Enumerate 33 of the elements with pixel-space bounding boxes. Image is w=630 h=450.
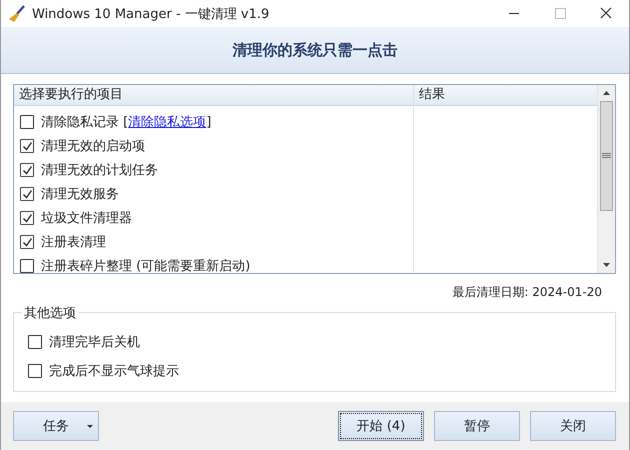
- checkbox[interactable]: [28, 364, 42, 378]
- column-header[interactable]: 选择要执行的项目: [14, 85, 414, 105]
- task-button[interactable]: 任务: [13, 411, 99, 441]
- checkbox[interactable]: [20, 139, 34, 153]
- item-label: 清理无效服务: [41, 186, 119, 203]
- column-header[interactable]: 结果: [414, 85, 597, 105]
- checkbox[interactable]: [20, 211, 34, 225]
- checkbox[interactable]: [20, 259, 34, 273]
- last-clean-date: 最后清理日期: 2024-01-20: [452, 284, 602, 301]
- action-button[interactable]: 暂停: [434, 411, 520, 441]
- window-title: Windows 10 Manager - 一键清理 v1.9: [32, 6, 270, 22]
- item-label: 清理无效的计划任务: [41, 162, 158, 179]
- checkbox[interactable]: [28, 334, 42, 348]
- option-label: 清理完毕后关机: [49, 334, 140, 350]
- checkbox[interactable]: [20, 187, 34, 201]
- item-label: 清除隐私记录 [清除隐私选项]: [41, 114, 212, 131]
- checkbox[interactable]: [20, 115, 34, 129]
- action-button[interactable]: 开始 (4): [338, 411, 424, 441]
- broom-icon: [8, 4, 26, 22]
- banner-title: 清理你的系统只需一点击: [232, 40, 398, 60]
- scrollbar-thumb[interactable]: [600, 101, 613, 211]
- option-label: 完成后不显示气球提示: [49, 362, 179, 380]
- checkbox[interactable]: [20, 235, 34, 249]
- privacy-options-link[interactable]: 清除隐私选项: [128, 115, 206, 130]
- item-label: 注册表清理: [41, 234, 106, 251]
- action-button[interactable]: 关闭: [530, 411, 616, 441]
- caret-icon: [87, 425, 93, 429]
- group-title: 其他选项: [22, 304, 78, 322]
- checkbox[interactable]: [20, 163, 34, 177]
- scrollbar[interactable]: [597, 85, 615, 273]
- item-label: 清理无效的启动项: [41, 138, 145, 155]
- item-label: 注册表碎片整理 (可能需要重新启动): [41, 258, 250, 273]
- item-label: 垃圾文件清理器: [41, 210, 132, 227]
